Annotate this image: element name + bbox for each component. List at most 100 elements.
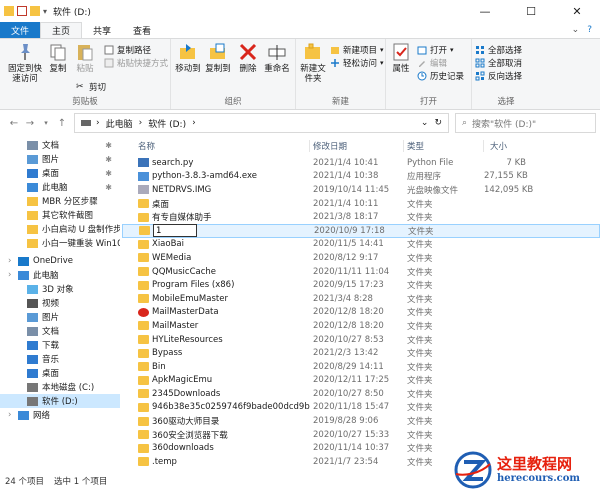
file-row[interactable]: 946b38e35c0259746f9bade00dcd9b8b 2020/11/… [122,401,600,415]
file-row[interactable]: NETDRVS.IMG 2019/10/14 11:45 光盘映像文件 142,095… [122,183,600,197]
delete-button[interactable]: 删除 [237,42,259,74]
copy-path-button[interactable]: 复制路径 [104,44,151,56]
sidebar-item[interactable]: 此电脑 ✱ [0,180,120,194]
pin-icon[interactable]: ✱ [105,169,112,178]
new-item-button[interactable]: 新建项目 ▾ [330,44,384,56]
edit-button[interactable]: 编辑 [417,57,447,69]
address-dropdown-icon[interactable]: ⌄ [421,118,429,128]
file-row[interactable]: 2345Downloads 2020/10/27 8:50 文件夹 [122,387,600,401]
properties-check-icon[interactable] [17,6,27,16]
copy-button[interactable]: 复制 [46,42,70,74]
file-row[interactable]: HYLiteResources 2020/10/27 8:53 文件夹 [122,333,600,347]
rename-input[interactable]: 1 [153,224,197,238]
minimize-button[interactable]: — [462,0,508,22]
file-list[interactable]: 名称 修改日期 类型 大小 search.py 2021/1/4 10:41 Pyt… [122,136,600,469]
cut-button[interactable]: ✂ 剪切 [76,81,106,93]
properties-button[interactable]: 属性 [390,42,412,74]
sidebar-item[interactable]: › 网络 [0,408,120,422]
file-row[interactable]: 360驱动大师目录 2019/8/28 9:06 文件夹 [122,414,600,428]
navigation-pane[interactable]: 文档 ✱ 图片 ✱ 桌面 ✱ 此电脑 ✱ MBR 分区步骤 其它软件截图 小白启动 U 盘制作步 小白… [0,136,120,469]
sidebar-item[interactable]: 文档 [0,324,120,338]
recent-locations-icon[interactable]: ▾ [38,119,54,127]
sidebar-item[interactable]: 其它软件截图 [0,208,120,222]
open-button[interactable]: 打开 ▾ [417,44,454,56]
file-row[interactable]: 桌面 2021/1/4 10:11 文件夹 [122,197,600,211]
column-header-date[interactable]: 修改日期 [310,140,404,152]
file-row[interactable]: QQMusicCache 2020/11/11 11:04 文件夹 [122,265,600,279]
maximize-button[interactable]: ☐ [508,0,554,22]
column-header-name[interactable]: 名称 [122,140,310,152]
file-row[interactable]: Bin 2020/8/29 14:11 文件夹 [122,360,600,374]
expand-chevron-icon[interactable]: › [8,410,18,420]
new-folder-button[interactable]: 新建文件夹 [299,42,327,84]
history-button[interactable]: 历史记录 [417,70,464,82]
paste-shortcut-button[interactable]: 粘贴快捷方式 [104,57,168,69]
tab-file[interactable]: 文件 [0,22,41,38]
refresh-icon[interactable]: ↻ [434,118,442,128]
pin-icon[interactable]: ✱ [105,155,112,164]
back-arrow-icon[interactable]: ← [6,118,22,129]
file-row[interactable]: Bypass 2021/2/3 13:42 文件夹 [122,346,600,360]
breadcrumb-drive-d[interactable]: 软件 (D:) [148,117,186,130]
select-none-button[interactable]: 全部取消 [475,57,522,69]
up-arrow-icon[interactable]: ↑ [54,118,70,129]
sidebar-item[interactable]: 小白一键重装 Win10 [0,236,120,250]
sidebar-item[interactable]: 软件 (D:) [0,394,120,408]
expand-chevron-icon[interactable]: › [8,256,18,266]
sidebar-item[interactable]: 音乐 [0,352,120,366]
forward-arrow-icon[interactable]: → [22,118,38,129]
pin-icon[interactable]: ✱ [105,183,112,192]
pin-quick-access-button[interactable]: 固定到快速访问 [6,42,44,84]
file-row[interactable]: 有专自媒体助手 2021/3/8 18:17 文件夹 [122,210,600,224]
file-row[interactable]: WEMedia 2020/8/12 9:17 文件夹 [122,251,600,265]
sidebar-item[interactable]: › 此电脑 [0,268,120,282]
search-input[interactable]: ⌕ 搜索"软件 (D:)" [455,113,596,133]
help-icon[interactable]: ? [587,25,592,35]
sidebar-item[interactable]: MBR 分区步骤 [0,194,120,208]
column-header-size[interactable]: 大小 [484,140,534,152]
new-folder-icon[interactable] [30,6,40,16]
invert-selection-button[interactable]: 反向选择 [475,70,522,82]
file-row[interactable]: ApkMagicEmu 2020/12/11 17:25 文件夹 [122,374,600,388]
address-bar[interactable]: › 此电脑 › 软件 (D:) › ⌄ ↻ [74,113,449,133]
easy-access-button[interactable]: 轻松访问 ▾ [330,57,384,69]
file-row[interactable]: 360安全浏览器下载 2020/10/27 15:33 文件夹 [122,428,600,442]
sidebar-item[interactable]: 视频 [0,296,120,310]
new-group-label: 新建 [331,97,349,107]
tab-home[interactable]: 主页 [40,22,83,38]
sidebar-item[interactable]: 本地磁盘 (C:) [0,380,120,394]
tab-view[interactable]: 查看 [122,22,162,38]
sidebar-item[interactable]: 文档 ✱ [0,138,120,152]
sidebar-item[interactable]: 桌面 ✱ [0,166,120,180]
customize-toolbar-icon[interactable]: ▾ [43,7,47,16]
file-row[interactable]: search.py 2021/1/4 10:41 Python File 7 KB [122,156,600,170]
breadcrumb-this-pc[interactable]: 此电脑 [106,117,133,130]
sidebar-item-label: 此电脑 [42,183,68,193]
sidebar-item[interactable]: 下载 [0,338,120,352]
file-row[interactable]: MailMasterData 2020/12/8 18:20 文件夹 [122,306,600,320]
expand-chevron-icon[interactable]: › [8,270,18,280]
select-all-button[interactable]: 全部选择 [475,44,522,56]
sidebar-item[interactable]: 小白启动 U 盘制作步 [0,222,120,236]
copy-to-button[interactable]: 复制到 [204,42,232,74]
column-header-type[interactable]: 类型 [404,140,484,152]
file-row[interactable]: 1 2020/10/9 17:18 文件夹 [122,223,600,238]
file-row[interactable]: XiaoBai 2020/11/5 14:41 文件夹 [122,238,600,252]
sidebar-item[interactable]: 桌面 [0,366,120,380]
pin-icon[interactable]: ✱ [105,141,112,150]
rename-button[interactable]: 重命名 [263,42,291,74]
sidebar-item[interactable]: › OneDrive [0,254,120,268]
folder-icon[interactable] [4,6,14,16]
sidebar-item[interactable]: 图片 [0,310,120,324]
move-to-button[interactable]: 移动到 [174,42,202,74]
paste-button[interactable]: 粘贴 [73,42,97,74]
close-button[interactable]: ✕ [554,0,600,22]
file-row[interactable]: MobileEmuMaster 2021/3/4 8:28 文件夹 [122,292,600,306]
expand-ribbon-icon[interactable]: ⌄ [572,25,580,35]
tab-share[interactable]: 共享 [82,22,122,38]
file-row[interactable]: Program Files (x86) 2020/9/15 17:23 文件夹 [122,278,600,292]
sidebar-item[interactable]: 图片 ✱ [0,152,120,166]
file-row[interactable]: MailMaster 2020/12/8 18:20 文件夹 [122,319,600,333]
file-row[interactable]: python-3.8.3-amd64.exe 2021/1/4 10:38 应用程序… [122,170,600,184]
sidebar-item[interactable]: 3D 对象 [0,282,120,296]
